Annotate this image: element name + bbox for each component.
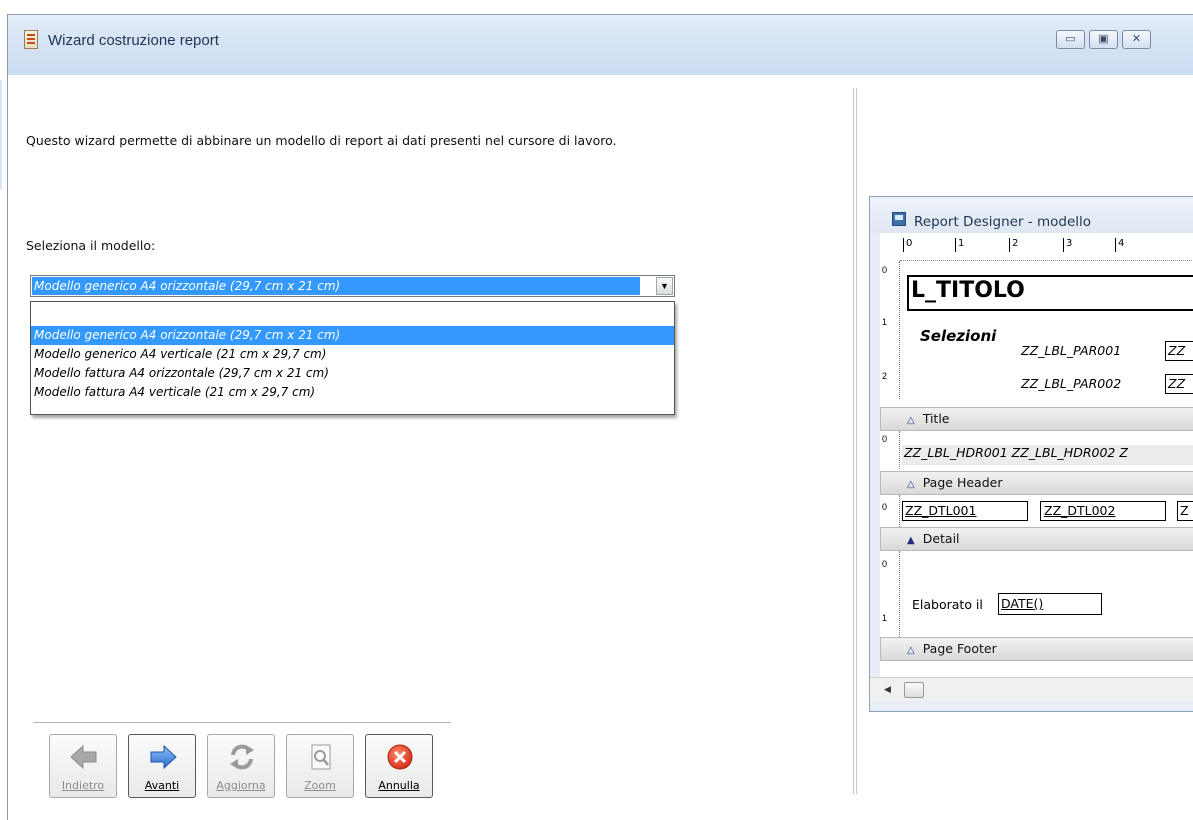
minimize-button[interactable]: ▭ [1056, 30, 1085, 49]
preview-canvas: 0 1 2 3 4 0 1 2 L_TITOLO Selezioni ZZ_LB… [880, 233, 1193, 677]
vertical-ruler: 0 1 [880, 551, 900, 637]
model-dropdown-list: Modello generico A4 orizzontale (29,7 cm… [30, 301, 675, 415]
elaborated-label: Elaborato il [912, 597, 983, 612]
vruler-number: 1 [882, 613, 888, 623]
zoom-icon [311, 744, 331, 770]
dropdown-option[interactable] [31, 302, 674, 326]
dtl1-text: ZZ_DTL001 [905, 503, 977, 518]
zoom-button-label: Zoom [304, 779, 336, 792]
preview-title: Report Designer - modello [914, 214, 1092, 230]
ruler-tick: 4 [1114, 238, 1125, 252]
band-page-footer[interactable]: △ Page Footer [880, 637, 1193, 661]
band-title-label: Title [922, 411, 950, 426]
ruler-tick: 3 [1062, 238, 1073, 252]
band-page-header-label: Page Header [922, 475, 1003, 490]
title-label: L_TITOLO [911, 278, 1025, 303]
vertical-ruler: 0 1 2 [880, 261, 900, 399]
arrow-right-icon [150, 744, 177, 770]
ruler-tick: 1 [954, 238, 965, 252]
ruler-tick: 0 [902, 238, 913, 252]
date-field-text: DATE() [1001, 596, 1044, 611]
report-designer-preview: Report Designer - modello 0 1 2 3 4 0 1 … [869, 196, 1193, 712]
par2-field-text: ZZ [1168, 376, 1186, 391]
par1-field-text: ZZ [1168, 343, 1186, 358]
vruler-number: 0 [882, 502, 888, 512]
scroll-left-icon[interactable]: ◀ [884, 684, 891, 695]
model-select-label: Seleziona il modello: [26, 238, 156, 253]
horizontal-ruler: 0 1 2 3 4 [900, 233, 1193, 261]
next-button[interactable]: Avanti [128, 734, 196, 798]
band-page-header[interactable]: △ Page Header [880, 471, 1193, 495]
chevron-down-icon[interactable]: ▼ [656, 277, 673, 295]
par2-label: ZZ_LBL_PAR002 [1021, 376, 1122, 391]
left-edge-strip [0, 80, 2, 190]
maximize-button[interactable]: ▣ [1089, 30, 1118, 49]
report-app-icon [24, 30, 38, 49]
back-button[interactable]: Indietro [49, 734, 117, 798]
refresh-button[interactable]: Aggiorna [207, 734, 275, 798]
cancel-button[interactable]: Annulla [365, 734, 433, 798]
triangle-up-filled-icon: ▲ [907, 535, 915, 546]
vruler-number: 2 [882, 371, 888, 381]
intro-text: Questo wizard permette di abbinare un mo… [26, 133, 617, 148]
preview-title-bar: Report Designer - modello [870, 197, 1193, 233]
close-button[interactable]: ✕ [1122, 30, 1151, 49]
dropdown-option[interactable]: Modello fattura A4 orizzontale (29,7 cm … [31, 364, 674, 383]
refresh-icon [230, 744, 254, 770]
triangle-up-icon: △ [907, 415, 915, 426]
vertical-ruler: 0 [880, 495, 900, 527]
dropdown-option[interactable]: Modello generico A4 orizzontale (29,7 cm… [31, 326, 674, 345]
model-select-value[interactable]: Modello generico A4 orizzontale (29,7 cm… [32, 277, 640, 295]
vruler-number: 1 [882, 317, 888, 327]
arrow-left-icon [70, 744, 97, 770]
ruler-tick: 2 [1008, 238, 1019, 252]
refresh-button-label: Aggiorna [216, 779, 266, 792]
vruler-number: 0 [882, 265, 888, 275]
vruler-number: 0 [882, 434, 888, 444]
back-button-label: Indietro [61, 779, 105, 792]
cancel-button-label: Annulla [378, 779, 420, 792]
band-detail[interactable]: ▲ Detail [880, 527, 1193, 551]
dtl3-text: Z [1180, 503, 1189, 518]
save-icon [892, 212, 906, 226]
horizontal-scrollbar[interactable]: ◀ [870, 677, 1193, 701]
zoom-button[interactable]: Zoom [286, 734, 354, 798]
model-select[interactable]: Modello generico A4 orizzontale (29,7 cm… [30, 275, 675, 297]
dropdown-option[interactable]: Modello generico A4 verticale (21 cm x 2… [31, 345, 674, 364]
title-bar: Wizard costruzione report ▭ ▣ ✕ [8, 15, 1193, 75]
vertical-ruler: 0 [880, 431, 900, 469]
scrollbar-thumb[interactable] [904, 682, 924, 698]
par1-label: ZZ_LBL_PAR001 [1021, 343, 1122, 358]
window-title: Wizard costruzione report [48, 32, 219, 49]
triangle-up-icon: △ [907, 479, 915, 490]
next-button-label: Avanti [144, 779, 180, 792]
band-title[interactable]: △ Title [880, 407, 1193, 431]
dtl2-text: ZZ_DTL002 [1044, 503, 1116, 518]
band-page-footer-label: Page Footer [922, 641, 997, 656]
vruler-number: 0 [882, 559, 888, 569]
panel-divider [853, 88, 857, 794]
selections-label: Selezioni [920, 327, 997, 345]
header-labels: ZZ_LBL_HDR001 ZZ_LBL_HDR002 Z [902, 445, 1193, 465]
button-bar-separator [33, 722, 451, 723]
band-detail-label: Detail [922, 531, 960, 546]
triangle-up-icon: △ [907, 645, 915, 656]
dropdown-option[interactable]: Modello fattura A4 verticale (21 cm x 29… [31, 383, 674, 402]
cancel-icon [387, 744, 413, 770]
